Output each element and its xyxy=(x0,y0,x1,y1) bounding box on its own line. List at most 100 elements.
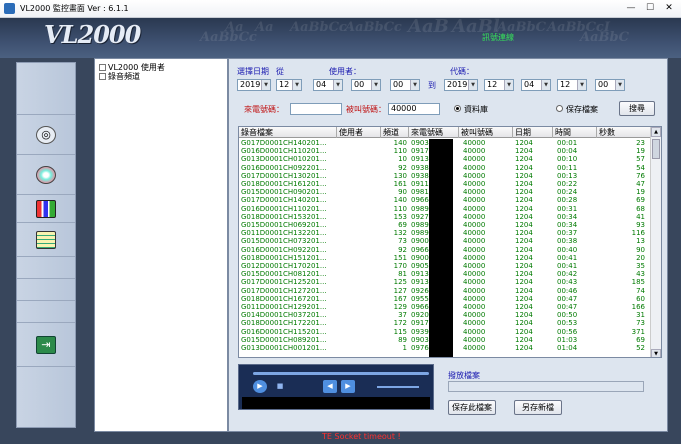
scroll-up-icon[interactable]: ▲ xyxy=(651,127,661,137)
next-icon[interactable]: ▶ xyxy=(341,380,355,393)
table-cell: 1204 xyxy=(515,229,533,238)
from-hour-select[interactable]: 00 ▼ xyxy=(351,79,381,91)
table-scrollbar[interactable]: ▲ ▼ xyxy=(650,127,661,357)
table-cell: 110 xyxy=(393,147,407,156)
table-cell: 40000 xyxy=(463,327,486,336)
window-title: VL2000 監控畫面 Ver : 6.1.1 xyxy=(20,4,129,13)
col-header[interactable]: 秒數 xyxy=(597,127,651,138)
caller-number-input[interactable] xyxy=(290,103,342,115)
from-min-select[interactable]: 00 ▼ xyxy=(390,79,420,91)
table-cell: 1204 xyxy=(515,311,533,320)
table-cell: 00:43 xyxy=(557,278,578,287)
col-header[interactable]: 頻道 xyxy=(381,127,409,138)
scroll-down-icon[interactable]: ▼ xyxy=(651,349,661,357)
nav-report-button[interactable] xyxy=(17,195,75,223)
redaction-bar xyxy=(429,139,453,357)
col-header[interactable]: 時間 xyxy=(553,127,597,138)
table-cell: 47 xyxy=(636,180,645,188)
table-cell: 40000 xyxy=(463,270,486,279)
table-cell: 20 xyxy=(636,253,645,262)
nav-monitor-button[interactable]: ◎ xyxy=(17,115,75,155)
table-cell: 129 xyxy=(393,303,407,311)
table-cell: 1204 xyxy=(515,147,533,156)
table-cell: 40000 xyxy=(463,286,486,295)
table-cell: 1204 xyxy=(515,286,533,295)
select-value: 00 xyxy=(598,80,609,89)
table-cell: G017D0001CH140201... xyxy=(241,139,327,147)
table-cell: 166 xyxy=(631,303,645,311)
nav-playback-button[interactable] xyxy=(17,155,75,195)
search-button[interactable]: 搜尋 xyxy=(619,101,655,116)
table-cell: 40000 xyxy=(463,294,486,303)
database-radio[interactable] xyxy=(454,105,461,112)
minimize-button[interactable]: — xyxy=(624,2,638,15)
play-icon[interactable]: ▶ xyxy=(253,380,267,393)
callee-number-input[interactable]: 40000 xyxy=(388,103,440,115)
table-cell: 41 xyxy=(636,212,645,221)
to-year-select[interactable]: 2019 ▼ xyxy=(444,79,478,91)
col-header[interactable]: 來電號碼 xyxy=(409,127,459,138)
nav-column: ◎ ⇥ xyxy=(16,62,76,428)
to-hour-select[interactable]: 12 ▼ xyxy=(557,79,587,91)
table-cell: 1204 xyxy=(515,335,533,344)
from-year-select[interactable]: 2019 ▼ xyxy=(237,79,271,91)
tree-expander-icon[interactable] xyxy=(99,73,106,80)
col-header[interactable]: 使用者 xyxy=(337,127,381,138)
table-cell xyxy=(337,237,381,245)
tree-expander-icon[interactable] xyxy=(99,64,106,71)
table-cell: 76 xyxy=(636,171,645,180)
save-file-button[interactable]: 保存此檔案 xyxy=(448,400,496,415)
select-value: 12 xyxy=(560,80,571,89)
stop-icon[interactable]: ■ xyxy=(273,380,287,393)
col-header[interactable]: 日期 xyxy=(513,127,553,138)
chevron-down-icon: ▼ xyxy=(371,80,380,90)
table-cell xyxy=(337,221,381,229)
table-cell: 00:42 xyxy=(557,270,578,279)
saved-file-radio[interactable] xyxy=(556,105,563,112)
table-cell xyxy=(337,254,381,262)
table-cell: 167 xyxy=(393,294,407,303)
table-cell: 371 xyxy=(631,327,645,336)
close-button[interactable]: ✕ xyxy=(662,2,676,15)
table-cell: G017D0001CH130201... xyxy=(241,171,327,180)
from-day-select[interactable]: 04 ▼ xyxy=(313,79,343,91)
app-icon xyxy=(4,3,15,14)
code-label: 代碼： xyxy=(450,67,474,76)
volume-slider[interactable] xyxy=(377,386,419,388)
table-cell: 1204 xyxy=(515,221,533,229)
chevron-down-icon: ▼ xyxy=(261,80,270,90)
scroll-thumb[interactable] xyxy=(652,139,660,159)
table-cell: 92 xyxy=(398,163,407,172)
maximize-button[interactable]: ☐ xyxy=(643,2,657,15)
table-cell: G018D0001CH153201... xyxy=(241,212,327,221)
cd-headphone-icon: ◎ xyxy=(36,125,56,144)
table-cell: 00:41 xyxy=(557,262,578,270)
seek-bar[interactable] xyxy=(253,372,429,375)
to-min-select[interactable]: 00 ▼ xyxy=(595,79,625,91)
callee-label: 被叫號碼： xyxy=(346,105,386,114)
to-month-select[interactable]: 12 ▼ xyxy=(484,79,514,91)
table-cell: 40000 xyxy=(463,171,486,180)
tree-item-channels[interactable]: 錄音頻道 xyxy=(99,71,140,82)
prev-icon[interactable]: ◀ xyxy=(323,380,337,393)
to-day-select[interactable]: 04 ▼ xyxy=(521,79,551,91)
table-cell xyxy=(337,196,381,204)
from-month-select[interactable]: 12 ▼ xyxy=(276,79,302,91)
nav-blank-4 xyxy=(17,301,75,323)
select-value: 00 xyxy=(393,80,404,89)
table-cell: 00:56 xyxy=(557,327,578,336)
save-as-button[interactable]: 另存新檔 xyxy=(514,400,562,415)
table-cell: 40000 xyxy=(463,253,486,262)
col-header[interactable]: 錄音檔案 xyxy=(239,127,337,138)
table-cell xyxy=(337,295,381,303)
table-cell: 00:22 xyxy=(557,180,578,188)
table-cell: G017D0001CH140201... xyxy=(241,196,327,205)
col-header[interactable]: 被叫號碼 xyxy=(459,127,513,138)
nav-table-button[interactable] xyxy=(17,223,75,257)
table-cell: 01:04 xyxy=(557,344,578,352)
nav-exit-button[interactable]: ⇥ xyxy=(17,323,75,367)
table-cell xyxy=(337,188,381,196)
table-cell: G013D0001CH010201... xyxy=(241,155,327,164)
table-cell xyxy=(337,303,381,311)
table-cell: G015D0001CH069201... xyxy=(241,221,327,229)
